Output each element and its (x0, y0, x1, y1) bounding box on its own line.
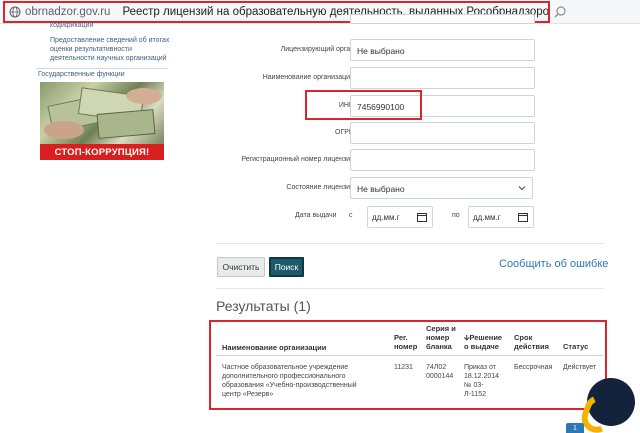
column-header-series-line3[interactable]: бланка (426, 342, 452, 351)
column-header-decision-line1[interactable]: 🡫Решение (464, 333, 502, 342)
column-header-status[interactable]: Статус (563, 342, 588, 351)
banner-caption: СТОП-КОРРУПЦИЯ! (40, 144, 164, 160)
anti-corruption-banner[interactable]: СТОП-КОРРУПЦИЯ! (40, 82, 164, 162)
reg-number-label: Регистрационный номер лицензии (241, 156, 354, 163)
row-term: Бессрочная (514, 364, 553, 371)
org-name-input[interactable] (350, 67, 535, 89)
sidebar-divider (36, 68, 168, 69)
search-icon[interactable] (553, 5, 567, 19)
row-org-line4: центр «Резерв» (222, 391, 274, 398)
results-heading: Результаты (1) (216, 298, 311, 314)
date-from-label: с (349, 212, 353, 219)
results-table: Наименование организации Рег. номер Сери… (209, 320, 607, 410)
sidebar-item-research-results[interactable]: Предоставление сведений об итогах оценки… (50, 37, 170, 63)
column-header-term-line1[interactable]: Срок (514, 333, 532, 342)
reg-number-input[interactable] (350, 149, 535, 171)
pagination-current-page[interactable]: 1 (566, 423, 584, 433)
form-row-licensing-body: Лицензирующий орган Не выбрано (215, 39, 545, 63)
address-domain: obrnadzor.gov.ru (25, 6, 111, 18)
license-state-label: Состояние лицензии (286, 184, 354, 191)
form-row-ogrn: ОГРН (215, 122, 545, 146)
license-state-value: Не выбрано (357, 184, 405, 194)
search-button[interactable]: Поиск (269, 257, 304, 277)
date-from-placeholder: дд.мм.г (372, 213, 400, 222)
issue-date-label: Дата выдачи (295, 212, 337, 219)
divider (216, 243, 604, 244)
row-org-line1: Частное образовательное учреждение (222, 364, 349, 371)
chevron-down-icon (518, 186, 526, 191)
row-org-line2: дополнительного профессионального (222, 373, 346, 380)
column-header-reg-num-line2[interactable]: номер (394, 342, 417, 351)
row-series-line2: 0000144 (426, 373, 454, 380)
sidebar-item-gov-functions[interactable]: Государственные функции (38, 71, 125, 78)
column-header-series-line2[interactable]: номер (426, 333, 449, 342)
row-status: Действует (563, 364, 597, 371)
money-photo (40, 82, 164, 144)
clear-button[interactable]: Очистить (217, 257, 265, 277)
form-row-license-state: Состояние лицензии Не выбрано (215, 177, 545, 201)
banner-text: СТОП-КОРРУПЦИЯ! (54, 146, 150, 158)
column-header-decision-line2[interactable]: о выдаче (464, 342, 499, 351)
row-reg-num: 11231 (394, 364, 413, 371)
row-decision-line1: Приказ от (464, 364, 496, 371)
row-decision-line3: № 03- (464, 382, 484, 389)
globe-icon (9, 6, 21, 18)
column-header-term-line2[interactable]: действия (514, 342, 549, 351)
date-to-placeholder: дд.мм.г (473, 213, 501, 222)
calendar-icon[interactable] (518, 212, 528, 222)
licensing-body-label: Лицензирующий орган (280, 46, 354, 53)
inn-highlight-frame (305, 90, 422, 120)
row-series-line1: 74Л02 (426, 364, 447, 371)
license-state-select[interactable]: Не выбрано (350, 177, 533, 199)
date-from-input[interactable]: дд.мм.г (367, 206, 433, 228)
calendar-icon[interactable] (417, 212, 427, 222)
form-row-reg-number: Регистрационный номер лицензии (215, 149, 545, 173)
column-header-series-line1[interactable]: Серия и (426, 324, 456, 333)
column-header-org-name[interactable]: Наименование организации (222, 343, 326, 352)
licensing-body-field[interactable]: Не выбрано (350, 39, 535, 61)
header-rule (216, 355, 603, 356)
divider (216, 288, 604, 289)
date-to-label: по (452, 212, 460, 219)
row-decision-line4: Л-1152 (464, 391, 486, 398)
row-decision-line2: 18.12.2014 (464, 373, 500, 380)
date-to-input[interactable]: дд.мм.г (468, 206, 534, 228)
sidebar-item-fragment[interactable]: кодификации (50, 22, 93, 29)
report-error-link[interactable]: Сообщить об ошибке (499, 258, 608, 270)
prev-field-edge[interactable] (350, 14, 535, 24)
form-row-licensing-body-top (215, 14, 545, 38)
org-name-label: Наименование организации (262, 74, 354, 81)
form-row-org-name: Наименование организации (215, 67, 545, 91)
ogrn-input[interactable] (350, 122, 535, 144)
column-header-reg-num-line1[interactable]: Рег. (394, 333, 407, 342)
row-org-line3: образования «Учебно-производственный (222, 382, 357, 389)
